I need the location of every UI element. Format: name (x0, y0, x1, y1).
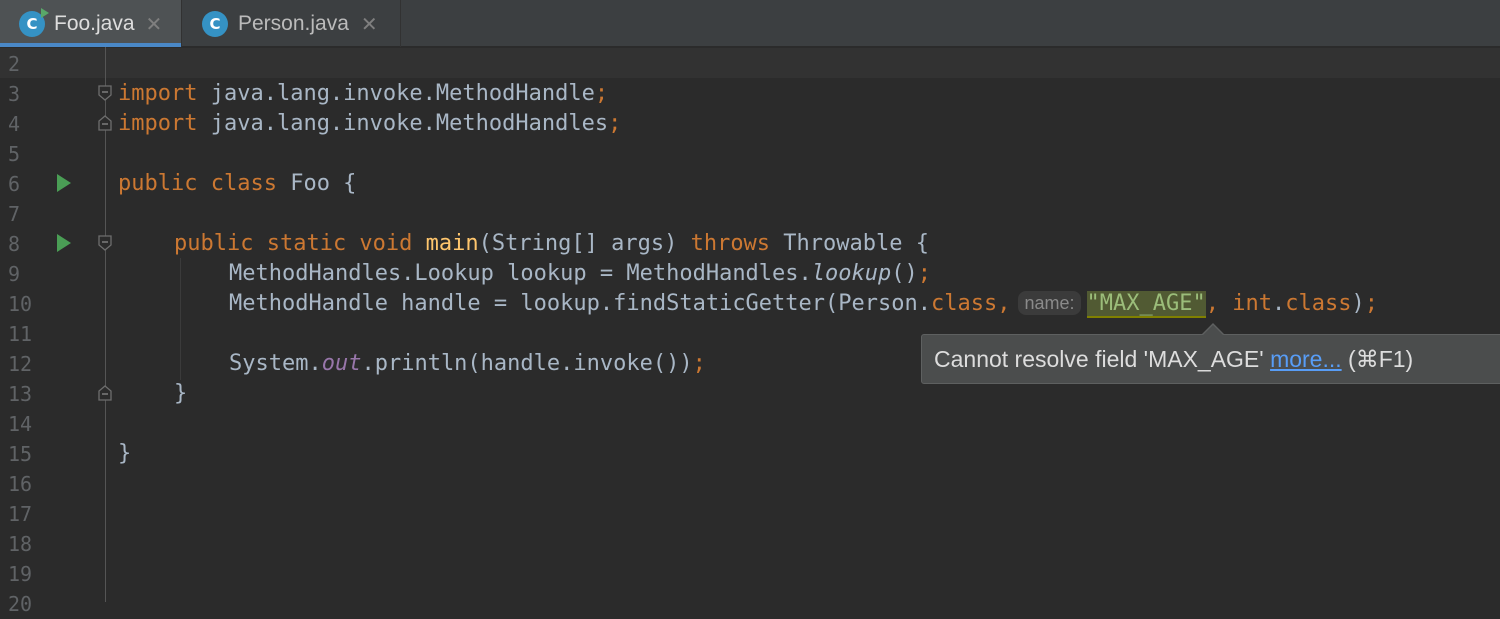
class-icon-letter: C (26, 14, 38, 33)
tooltip-arrow-fill (1202, 325, 1224, 336)
dot: . (1271, 291, 1286, 316)
semicolon: ; (1364, 291, 1378, 316)
statement: MethodHandle handle = lookup.findStaticG… (229, 291, 931, 316)
active-tab-indicator (0, 43, 181, 47)
keyword: throws (690, 231, 771, 256)
statement: System. (229, 351, 322, 376)
keyword: public static void (174, 231, 413, 256)
package-name: java.lang.invoke.MethodHandle (197, 81, 595, 106)
class-icon: C (202, 10, 228, 37)
tab-label: Person.java (238, 11, 349, 35)
comma: , (1205, 291, 1233, 316)
fold-start-icon[interactable] (98, 235, 112, 251)
line-number[interactable]: 13 (8, 379, 38, 409)
closing-brace: } (174, 381, 188, 406)
runnable-marker-icon (41, 7, 49, 18)
close-tab-icon[interactable]: ✕ (361, 12, 378, 36)
method-call: .println(handle.invoke()) (361, 351, 693, 376)
closing-brace: } (118, 441, 132, 466)
code-line-10[interactable]: MethodHandle handle = lookup.findStaticG… (229, 289, 1378, 319)
code-line-12[interactable]: System.out.println(handle.invoke()); (229, 349, 706, 379)
line-number[interactable]: 19 (8, 559, 38, 589)
exception-type: Throwable { (770, 231, 930, 256)
semicolon: ; (917, 261, 932, 286)
class-icon-letter: C (209, 14, 221, 33)
code-line-6[interactable]: public class Foo { (118, 169, 356, 199)
line-number[interactable]: 5 (8, 139, 38, 169)
class-name: Foo { (276, 171, 357, 196)
keyword: int (1232, 291, 1272, 316)
fold-start-icon[interactable] (98, 85, 112, 101)
code-line-3[interactable]: import java.lang.invoke.MethodHandle; (118, 79, 608, 109)
statement: MethodHandles.Lookup lookup = MethodHand… (229, 261, 812, 286)
run-class-icon[interactable] (57, 174, 71, 192)
parameter-name-hint: name: (1018, 291, 1081, 315)
class-icon: C (19, 7, 49, 37)
line-number[interactable]: 6 (8, 169, 38, 199)
parameters: (String[] args) (478, 231, 691, 256)
code-line-13[interactable]: } (174, 379, 187, 409)
line-number[interactable]: 17 (8, 499, 38, 529)
line-number[interactable]: 9 (8, 259, 38, 289)
comma: , (997, 291, 1011, 316)
line-number[interactable]: 15 (8, 439, 38, 469)
keyword: import (118, 81, 198, 106)
more-link[interactable]: more... (1270, 346, 1342, 372)
close-tab-icon[interactable]: ✕ (146, 12, 163, 36)
line-number[interactable]: 11 (8, 319, 38, 349)
call-close: ) (1351, 291, 1365, 316)
static-method-call: lookup (811, 261, 892, 286)
line-number[interactable]: 18 (8, 529, 38, 559)
code-line-9[interactable]: MethodHandles.Lookup lookup = MethodHand… (229, 259, 931, 289)
line-number[interactable]: 20 (8, 589, 38, 619)
current-line-highlight (0, 48, 1500, 78)
keyword: class (931, 291, 998, 316)
code-line-15[interactable]: } (118, 439, 131, 469)
package-name: java.lang.invoke.MethodHandles (197, 111, 609, 136)
editor-tab-bar: C Foo.java ✕ C Person.java ✕ (0, 0, 1500, 47)
fold-end-icon[interactable] (98, 115, 112, 131)
line-number[interactable]: 2 (8, 49, 38, 79)
static-field: out (321, 351, 362, 376)
semicolon: ; (594, 81, 609, 106)
shortcut-hint: (⌘F1) (1341, 346, 1414, 372)
tooltip-message: Cannot resolve field 'MAX_AGE' (934, 346, 1271, 372)
semicolon: ; (692, 351, 706, 376)
tab-foo-java[interactable]: C Foo.java ✕ (0, 0, 182, 47)
tab-person-java[interactable]: C Person.java ✕ (182, 0, 401, 47)
semicolon: ; (608, 111, 622, 136)
line-number[interactable]: 3 (8, 79, 38, 109)
keyword: import (118, 111, 198, 136)
call-parens: () (891, 261, 918, 286)
keyword: public class (118, 171, 277, 196)
keyword: class (1285, 291, 1352, 316)
run-main-icon[interactable] (57, 234, 71, 252)
line-number[interactable]: 8 (8, 229, 38, 259)
error-tooltip: Cannot resolve field 'MAX_AGE' more... (… (921, 323, 1500, 384)
indent-guide (180, 258, 181, 380)
unresolved-string-literal[interactable]: "MAX_AGE" (1086, 291, 1206, 318)
tab-label: Foo.java (54, 11, 135, 35)
code-line-8[interactable]: public static void main(String[] args) t… (174, 229, 929, 259)
line-number[interactable]: 16 (8, 469, 38, 499)
method-name: main (412, 231, 479, 256)
code-line-4[interactable]: import java.lang.invoke.MethodHandles; (118, 109, 621, 139)
line-number[interactable]: 14 (8, 409, 38, 439)
line-number[interactable]: 12 (8, 349, 38, 379)
fold-end-icon[interactable] (98, 385, 112, 401)
line-number[interactable]: 4 (8, 109, 38, 139)
line-number[interactable]: 7 (8, 199, 38, 229)
line-number[interactable]: 10 (8, 289, 38, 319)
